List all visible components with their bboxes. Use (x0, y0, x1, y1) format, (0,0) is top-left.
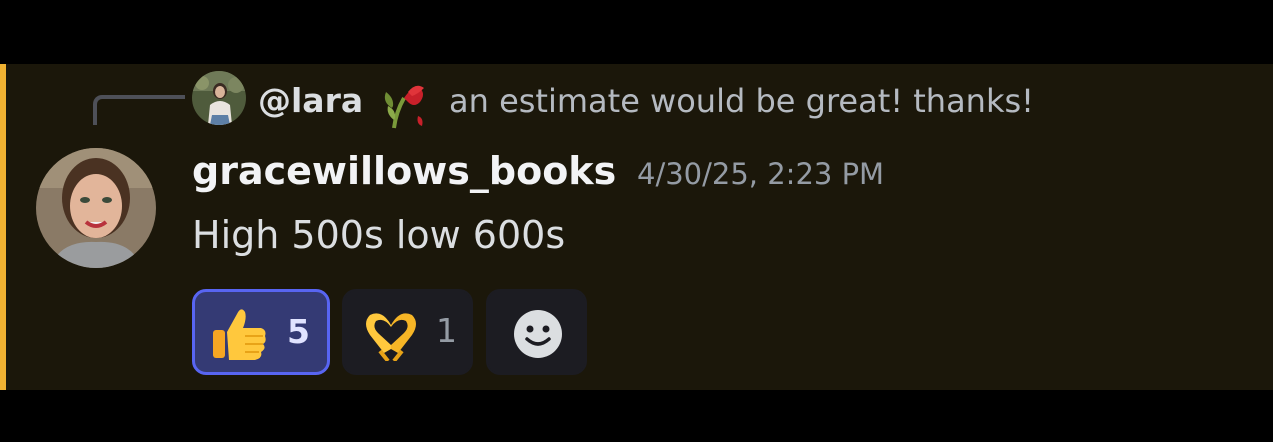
thumbs-up-icon (209, 302, 271, 368)
mention-highlight-bar (0, 64, 6, 390)
reply-connector-line (93, 95, 185, 125)
author-avatar[interactable] (36, 148, 156, 268)
reaction-thumbs-up[interactable]: 5 (192, 289, 330, 375)
reply-username[interactable]: @lara (258, 81, 363, 121)
reaction-count: 1 (436, 311, 457, 350)
reply-avatar[interactable] (192, 71, 246, 125)
message-content: High 500s low 600s (192, 213, 566, 257)
wilted-rose-icon (374, 72, 434, 132)
author-username[interactable]: gracewillows_books (192, 148, 616, 194)
message-item[interactable]: @lara an estimate would be great! thanks… (0, 64, 1273, 390)
add-reaction-button[interactable] (486, 289, 587, 375)
heart-hands-icon (362, 305, 420, 365)
smiley-face-icon (512, 308, 564, 364)
message-timestamp[interactable]: 4/30/25, 2:23 PM (637, 156, 884, 192)
reaction-count: 5 (287, 312, 310, 351)
reaction-heart-hands[interactable]: 1 (342, 289, 473, 375)
reply-preview-text[interactable]: an estimate would be great! thanks! (449, 81, 1034, 121)
